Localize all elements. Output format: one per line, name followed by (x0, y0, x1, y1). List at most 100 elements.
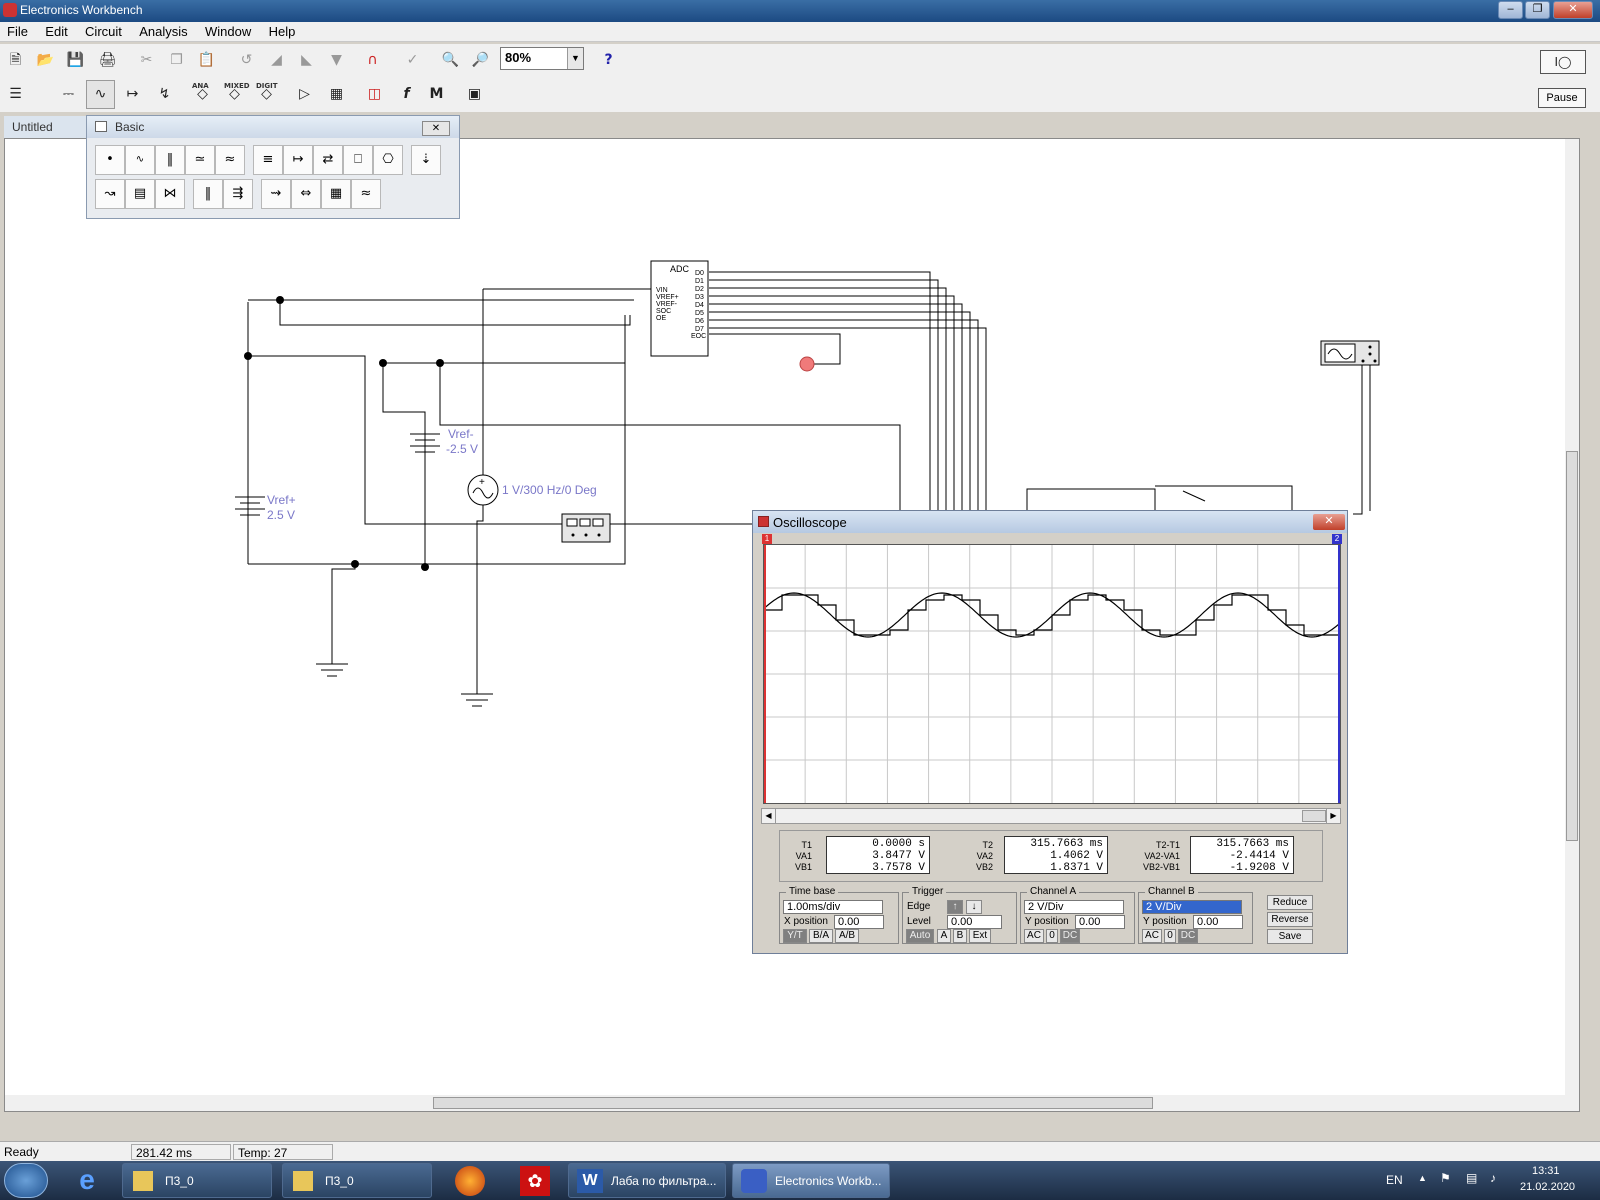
trigger-a-button[interactable]: A (937, 929, 951, 943)
menu-circuit[interactable]: Circuit (78, 22, 129, 41)
controls-bin-icon[interactable]: f (392, 80, 421, 109)
save-icon[interactable]: 💾 (61, 46, 90, 75)
reverse-button[interactable]: Reverse (1267, 912, 1313, 927)
time-delay-switch-part[interactable]: ⇄ (313, 145, 343, 175)
miscellaneous-bin-icon[interactable]: M (422, 80, 451, 109)
adc-chip[interactable]: ADC VIN VREF+ VREF- SOC OE D0 D1 D2 D3 D… (650, 260, 709, 357)
time-scrollbar[interactable]: ◀ ▶ (761, 808, 1341, 824)
channel-b-ac-button[interactable]: AC (1142, 929, 1162, 943)
new-file-icon[interactable]: 🗎 (1, 46, 30, 75)
resistor-pack-part[interactable]: ▤ (125, 179, 155, 209)
zoom-in-icon[interactable]: 🔎 (466, 46, 495, 75)
transistors-bin-icon[interactable]: ↯ (150, 80, 179, 109)
channel-a-dc-button[interactable]: DC (1060, 929, 1080, 943)
time-scroll-thumb[interactable] (1302, 810, 1326, 822)
palette-close-icon[interactable]: ✕ (422, 121, 450, 136)
mode-b-a-button[interactable]: B/A (809, 929, 833, 943)
taskbar-item-word[interactable]: W Лаба по фильтра... (568, 1163, 726, 1198)
favorites-bin-icon[interactable]: ☰ (1, 80, 30, 109)
transformer-part[interactable]: ≈ (215, 145, 245, 175)
digital-bin-icon[interactable]: ▦ (322, 80, 351, 109)
polarized-capacitor-part[interactable]: ‖ (193, 179, 223, 209)
start-button[interactable] (4, 1163, 48, 1198)
clock-time[interactable]: 13:31 (1532, 1165, 1560, 1177)
trigger-level-field[interactable]: 0.00 (947, 915, 1002, 929)
time-base-field[interactable]: 1.00ms/div (783, 900, 883, 914)
graph-analysis-icon[interactable]: ∩ (358, 46, 387, 75)
menu-file[interactable]: File (0, 22, 35, 41)
open-folder-icon[interactable]: 📂 (31, 46, 60, 75)
oscilloscope-instrument-icon[interactable] (1320, 340, 1380, 366)
scroll-right-icon[interactable]: ▶ (1326, 809, 1340, 823)
reduce-button[interactable]: Reduce (1267, 895, 1313, 910)
variable-inductor-part[interactable]: ⇝ (261, 179, 291, 209)
current-controlled-switch-part[interactable]: ⎔ (373, 145, 403, 175)
rising-edge-icon[interactable]: ↑ (947, 900, 963, 914)
magnetic-core-part[interactable]: ▦ (321, 179, 351, 209)
close-button[interactable]: ✕ (1553, 1, 1593, 19)
nonlinear-transformer-part[interactable]: ≈ (351, 179, 381, 209)
menu-edit[interactable]: Edit (38, 22, 74, 41)
vertical-scroll-thumb[interactable] (1566, 451, 1578, 841)
digital-ics-bin-icon[interactable]: DIGIT ◇ (252, 80, 281, 109)
variable-capacitor-part[interactable]: ⇶ (223, 179, 253, 209)
show-hidden-icons-icon[interactable]: ▲ (1418, 1173, 1427, 1183)
coreless-coil-part[interactable]: ⇔ (291, 179, 321, 209)
eoc-probe-indicator[interactable] (799, 356, 815, 372)
create-subcircuit-icon[interactable]: ✓ (398, 46, 427, 75)
channel-a-ac-button[interactable]: AC (1024, 929, 1044, 943)
language-indicator[interactable]: EN (1386, 1173, 1403, 1187)
clock-date[interactable]: 21.02.2020 (1520, 1181, 1575, 1193)
save-button[interactable]: Save (1267, 929, 1313, 944)
firefox-icon[interactable] (455, 1166, 485, 1196)
cut-icon[interactable]: ✂ (132, 46, 161, 75)
print-icon[interactable]: 🖨 (93, 46, 122, 75)
copy-icon[interactable]: ❐ (162, 46, 191, 75)
basic-bin-icon[interactable]: ∿ (86, 80, 115, 109)
horizontal-scroll-thumb[interactable] (433, 1097, 1153, 1109)
connector-part[interactable]: • (95, 145, 125, 175)
resistor-part[interactable]: ∿ (125, 145, 155, 175)
maximize-button[interactable]: ❐ (1525, 1, 1550, 19)
analog-ics-bin-icon[interactable]: ANA ◇ (188, 80, 217, 109)
channel-a-y-position-field[interactable]: 0.00 (1075, 915, 1125, 929)
x-position-field[interactable]: 0.00 (834, 915, 884, 929)
flip-horizontal-icon[interactable]: ◢ (262, 46, 291, 75)
taskbar-item-folder-1[interactable]: П3_0 (122, 1163, 272, 1198)
channel-b-y-position-field[interactable]: 0.00 (1193, 915, 1243, 929)
voltage-controlled-switch-part[interactable]: ⎕ (343, 145, 373, 175)
trigger-auto-button[interactable]: Auto (906, 929, 934, 943)
menu-window[interactable]: Window (198, 22, 258, 41)
help-button[interactable]: ? (594, 46, 623, 75)
falling-edge-icon[interactable]: ↓ (966, 900, 982, 914)
cursor-1-marker[interactable]: 1 (762, 534, 772, 544)
minimize-button[interactable]: – (1498, 1, 1523, 19)
sources-bin-icon[interactable]: ⎓ (54, 80, 83, 109)
instruments-bin-icon[interactable]: ▣ (460, 80, 489, 109)
cursor-2-marker[interactable]: 2 (1332, 534, 1342, 544)
scroll-left-icon[interactable]: ◀ (762, 809, 776, 823)
diodes-bin-icon[interactable]: ↦ (118, 80, 147, 109)
channel-a-zero-button[interactable]: 0 (1046, 929, 1058, 943)
potentiometer-part[interactable]: ↝ (95, 179, 125, 209)
zoom-out-icon[interactable]: 🔍 (436, 46, 465, 75)
pause-button[interactable]: Pause (1538, 88, 1586, 108)
component-properties-icon[interactable]: ▼ (322, 46, 351, 75)
power-switch[interactable]: I◯ (1540, 50, 1586, 74)
voltage-controlled-analog-switch-part[interactable]: ⋈ (155, 179, 185, 209)
trigger-ext-button[interactable]: Ext (969, 929, 991, 943)
horizontal-scrollbar[interactable] (5, 1095, 1579, 1111)
indicators-bin-icon[interactable]: ◫ (360, 80, 389, 109)
menu-help[interactable]: Help (262, 22, 303, 41)
channel-a-scale-field[interactable]: 2 V/Div (1024, 900, 1124, 914)
mode-a-b-button[interactable]: A/B (835, 929, 859, 943)
chevron-down-icon[interactable]: ▼ (567, 48, 583, 69)
switch-part[interactable]: ↦ (283, 145, 313, 175)
function-generator-instrument[interactable] (561, 513, 611, 543)
mode-y-t-button[interactable]: Y/T (783, 929, 807, 943)
taskbar-item-electronics-workbench[interactable]: Electronics Workb... (732, 1163, 890, 1198)
vertical-scrollbar[interactable] (1565, 139, 1579, 1095)
mixed-ics-bin-icon[interactable]: MIXED ◇ (220, 80, 250, 109)
pdf-reader-icon[interactable]: ✿ (520, 1166, 550, 1196)
channel-b-scale-field[interactable]: 2 V/Div (1142, 900, 1242, 914)
